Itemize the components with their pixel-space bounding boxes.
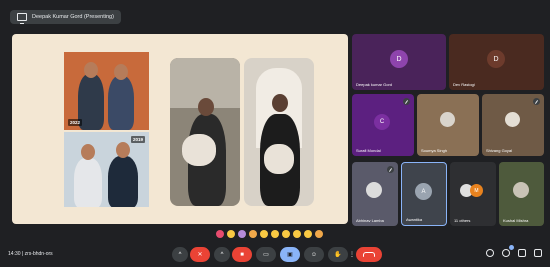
present-icon: ▣ [287,251,293,258]
raise-hand-button[interactable]: ✋ [328,247,348,262]
participant-name: Deepak kumar Gord [356,82,393,87]
info-icon[interactable] [486,249,494,257]
emoji-button[interactable]: ☺ [304,247,324,262]
photo-year-label: 2019 [130,136,145,143]
presentation-stage[interactable]: 2022 2019 [12,34,348,224]
participant-avatar [440,112,455,127]
participant-tile[interactable]: Abhinav Lamba [352,162,398,226]
slide-photo-2022: 2022 [64,52,149,130]
emoji-icon: ☺ [310,251,318,258]
reactions-bar [216,230,323,238]
participant-grid: D Deepak kumar Gord D Dev Rastogi C Sura… [352,34,544,226]
mic-toggle-button[interactable]: ✕ [190,247,210,262]
participant-tile[interactable]: A Awantika [401,162,447,226]
present-button[interactable]: ▣ [280,247,300,262]
participant-avatar: D [487,50,505,68]
chat-icon[interactable] [518,249,526,257]
participant-name: Awantika [406,217,423,222]
participant-name: Abhinav Lamba [356,218,384,223]
participant-tile[interactable]: Kushal Mishra [499,162,544,226]
call-controls-bar: 14:30 | zrs-bhdn-ors ^ ✕ ^ ■ ▭ ▣ ☺ ✋ ⋮ [0,243,550,267]
laugh-reaction-icon[interactable] [260,230,268,238]
participant-name: Soumya Singh [421,148,448,153]
participant-tile[interactable]: Soumya Singh [417,94,479,156]
camera-options-button[interactable]: ^ [214,247,230,262]
participant-name: Surafi Mondal [356,148,381,153]
cry-reaction-icon[interactable] [282,230,290,238]
thinking-reaction-icon[interactable] [293,230,301,238]
camera-off-icon: ■ [240,251,244,258]
clap-reaction-icon[interactable] [249,230,257,238]
people-icon[interactable] [502,249,510,257]
participant-tile[interactable]: D Deepak kumar Gord [352,34,446,90]
participant-avatar: C [374,114,390,130]
activities-icon[interactable] [534,249,542,257]
photo-year-label: 2022 [68,119,83,126]
participant-name: Dev Rastogi [453,82,475,87]
slide-photo-2019: 2019 [64,132,149,207]
participant-tile-others[interactable]: M 11 others [450,162,496,226]
more-vert-icon: ⋮ [349,251,355,258]
thumbs-down-reaction-icon[interactable] [304,230,312,238]
mic-off-icon [387,166,394,173]
slide-photo-dog-2 [244,58,314,206]
chevron-up-icon: ^ [178,251,182,258]
mic-off-icon [403,98,410,105]
participant-tile[interactable]: Shivang Goyal [482,94,544,156]
participants-badge [509,245,514,250]
participant-tile[interactable]: D Dev Rastogi [449,34,544,90]
meeting-time: 14:30 [8,251,21,257]
more-reactions-icon[interactable] [315,230,323,238]
slide-photo-dog-1 [170,58,240,206]
thumbs-up-reaction-icon[interactable] [227,230,235,238]
presenter-chip[interactable]: Deepak Kumar Gord (Presenting) [10,10,121,24]
mic-off-icon [533,98,540,105]
participant-name: Shivang Goyal [486,148,513,153]
others-badge: M [470,184,483,197]
others-count: 11 others [454,218,471,223]
participant-avatar [513,182,529,198]
meeting-info: 14:30 | zrs-bhdn-ors [8,251,53,257]
heart-reaction-icon[interactable] [216,230,224,238]
chevron-up-icon: ^ [220,251,224,258]
participant-avatar: D [390,50,408,68]
participant-name: Kushal Mishra [503,218,529,223]
meeting-code: zrs-bhdn-ors [24,251,53,257]
hand-icon: ✋ [334,251,342,258]
side-panel-buttons [486,249,542,257]
participant-avatar: A [415,183,432,200]
captions-button[interactable]: ▭ [256,247,276,262]
captions-icon: ▭ [263,251,269,258]
presenting-indicator: Deepak Kumar Gord (Presenting) [10,10,121,24]
mic-options-button[interactable]: ^ [172,247,188,262]
mic-off-icon: ✕ [197,251,203,258]
surprised-reaction-icon[interactable] [271,230,279,238]
participant-avatar [366,182,382,198]
more-options-button[interactable]: ⋮ [349,247,355,262]
participant-tile[interactable]: C Surafi Mondal [352,94,414,156]
party-reaction-icon[interactable] [238,230,246,238]
phone-hangup-icon [363,252,375,257]
participant-avatar [505,112,520,127]
presenter-label: Deepak Kumar Gord (Presenting) [32,14,114,20]
leave-call-button[interactable] [356,247,382,262]
camera-toggle-button[interactable]: ■ [232,247,252,262]
present-screen-icon [17,13,27,24]
